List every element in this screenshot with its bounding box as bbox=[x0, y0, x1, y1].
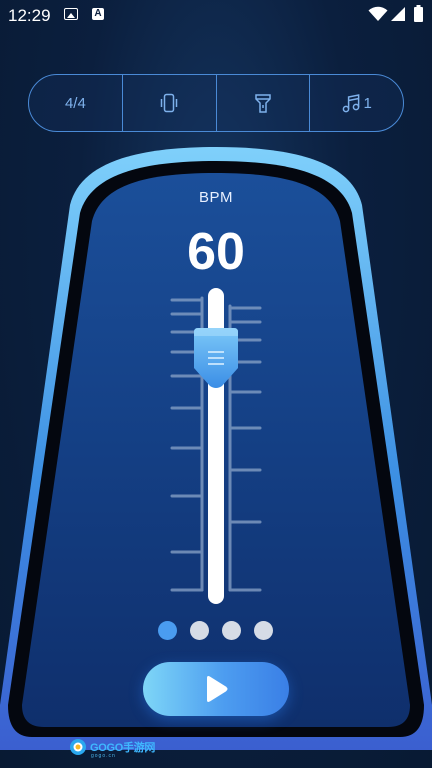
page-dot[interactable] bbox=[222, 621, 241, 640]
bpm-label: BPM bbox=[198, 189, 233, 206]
flashlight-icon bbox=[255, 94, 271, 113]
battery-icon bbox=[414, 5, 423, 22]
flashlight-button[interactable] bbox=[217, 75, 311, 131]
cellular-icon bbox=[391, 7, 405, 21]
time-signature-button[interactable]: 4/4 bbox=[29, 75, 123, 131]
watermark: GOGO手游网 gogo.cn bbox=[69, 738, 155, 759]
page-dot[interactable] bbox=[190, 621, 209, 640]
status-bar: 12:29 A bbox=[0, 0, 432, 32]
page-dot[interactable] bbox=[254, 621, 273, 640]
sound-value: 1 bbox=[363, 94, 372, 112]
page-indicator bbox=[158, 621, 273, 640]
text-a-icon: A bbox=[92, 8, 104, 20]
gogo-logo-icon bbox=[70, 739, 86, 755]
status-time: 12:29 bbox=[8, 6, 51, 25]
time-signature-label: 4/4 bbox=[64, 94, 86, 112]
top-toolbar: 4/4 1 bbox=[28, 74, 404, 132]
watermark-domain: gogo.cn bbox=[91, 753, 116, 759]
sound-button[interactable]: 1 bbox=[310, 75, 403, 131]
play-icon bbox=[207, 676, 228, 702]
bpm-value: 60 bbox=[187, 223, 245, 281]
music-note-icon bbox=[343, 94, 360, 113]
page-dot[interactable] bbox=[158, 621, 177, 640]
vibrate-button[interactable] bbox=[123, 75, 217, 131]
vibrate-icon bbox=[160, 93, 178, 113]
play-button[interactable] bbox=[143, 662, 289, 716]
image-icon bbox=[64, 8, 78, 20]
tempo-slider-thumb[interactable] bbox=[192, 328, 240, 388]
wifi-icon bbox=[368, 6, 388, 21]
